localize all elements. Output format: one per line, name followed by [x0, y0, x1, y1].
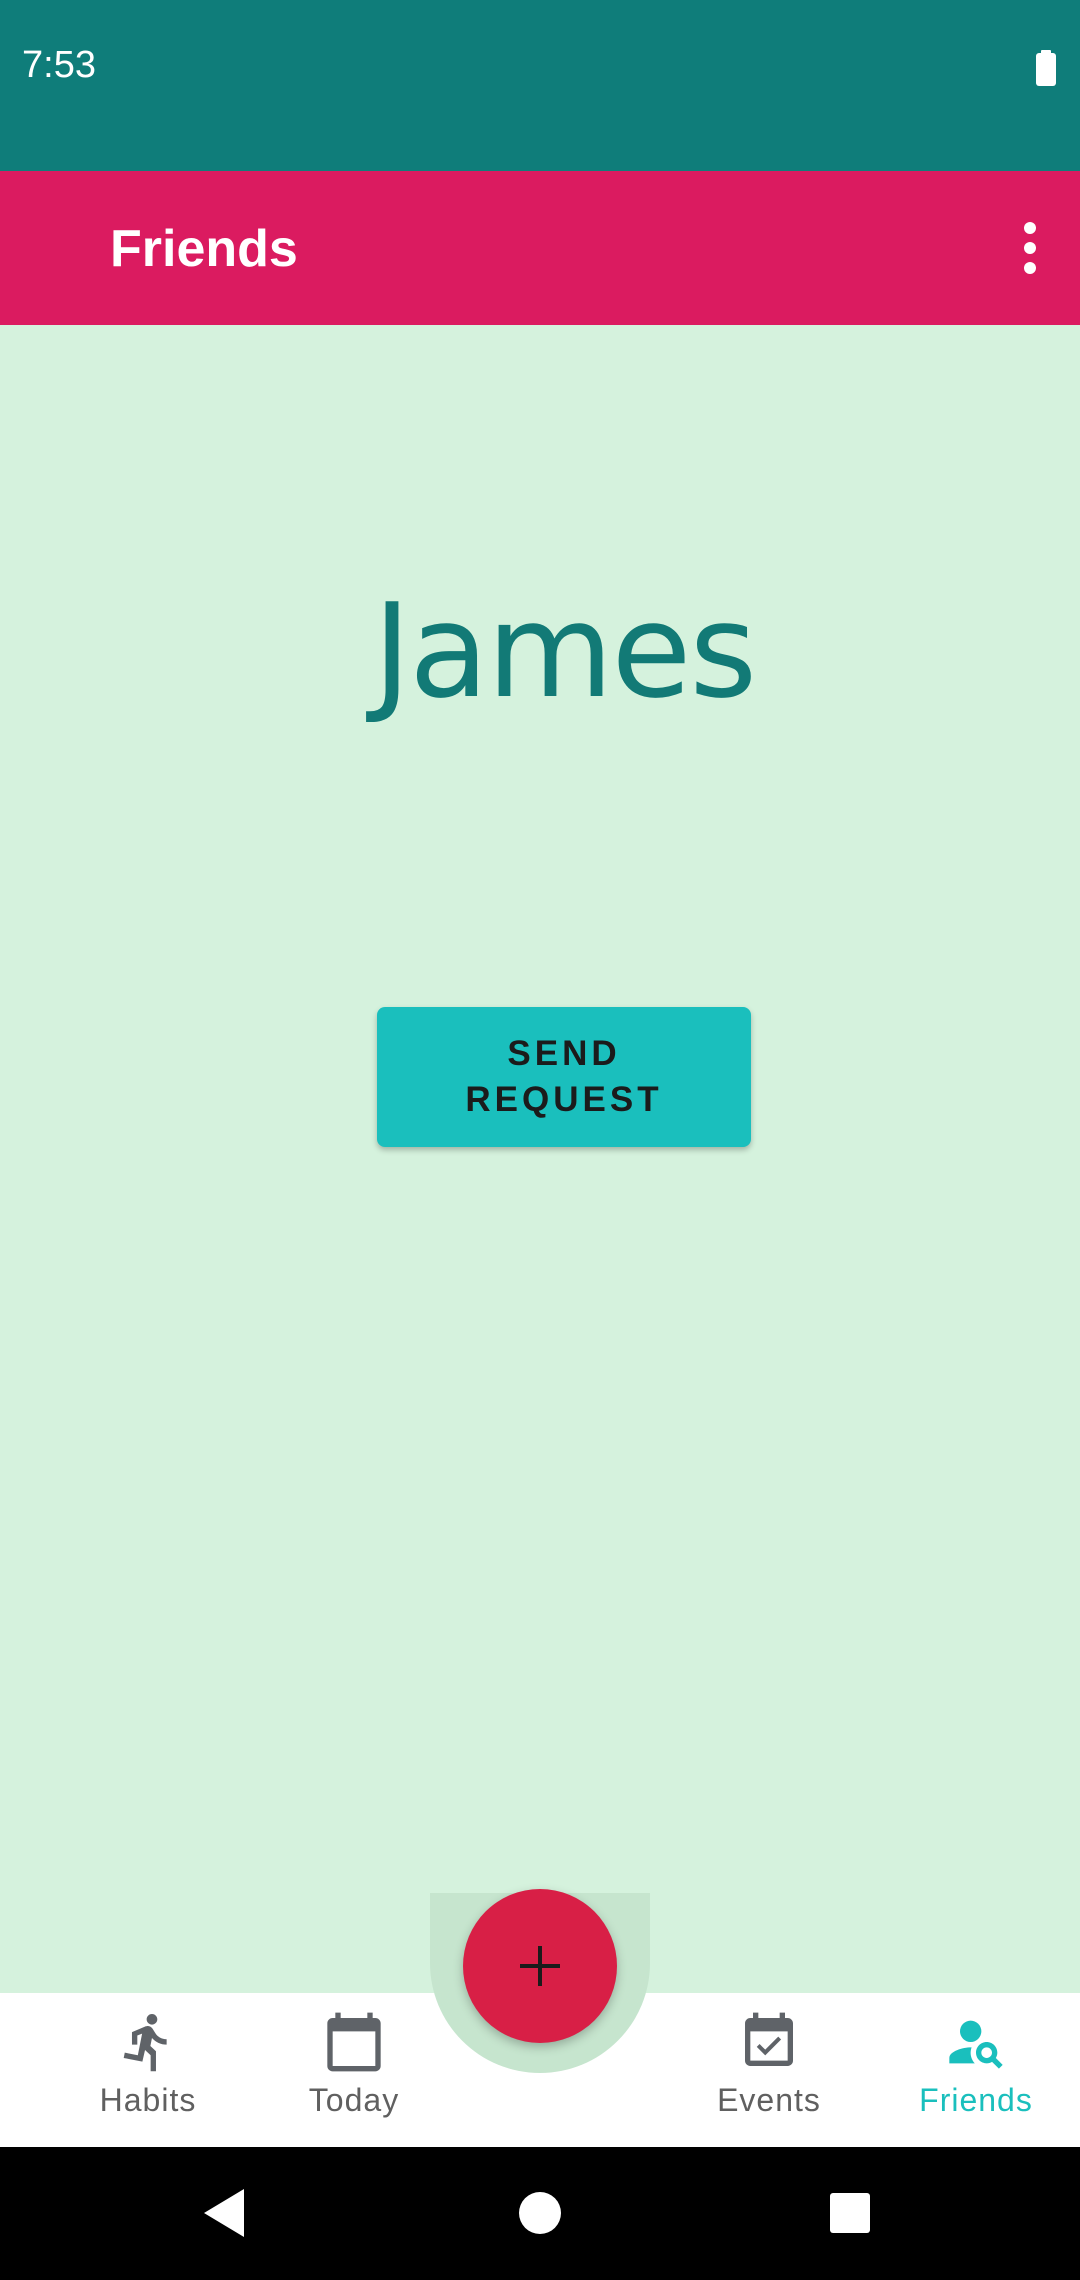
system-navigation-bar	[0, 2147, 1080, 2280]
nav-label-events: Events	[717, 2082, 821, 2118]
recents-square-icon[interactable]	[820, 2183, 880, 2243]
send-request-button[interactable]: SEND REQUEST	[377, 1007, 751, 1147]
nav-label-friends: Friends	[919, 2082, 1033, 2118]
friend-name: James	[372, 575, 757, 727]
add-fab-button[interactable]	[463, 1889, 617, 2043]
page-title: Friends	[110, 220, 298, 278]
main-content: James SEND REQUEST	[0, 325, 1080, 1993]
nav-item-events[interactable]: Events	[669, 2010, 869, 2130]
battery-full-icon	[1036, 50, 1056, 86]
nav-item-friends[interactable]: Friends	[876, 2010, 1076, 2130]
status-time: 7:53	[22, 44, 96, 86]
status-bar: 7:53	[0, 0, 1080, 171]
more-vert-icon[interactable]	[1020, 221, 1040, 275]
calendar-check-icon	[745, 2012, 793, 2066]
person-search-icon	[949, 2020, 1003, 2069]
nav-label-habits: Habits	[99, 2082, 197, 2118]
app-bar: Friends	[0, 171, 1080, 325]
home-circle-icon[interactable]	[510, 2183, 570, 2243]
nav-label-today: Today	[308, 2082, 400, 2118]
nav-item-habits[interactable]: Habits	[48, 2010, 248, 2130]
running-person-icon	[123, 2013, 167, 2072]
plus-icon	[520, 1946, 560, 1986]
back-triangle-icon[interactable]	[196, 2183, 256, 2243]
calendar-icon	[327, 2012, 381, 2072]
nav-item-today[interactable]: Today	[254, 2010, 454, 2130]
